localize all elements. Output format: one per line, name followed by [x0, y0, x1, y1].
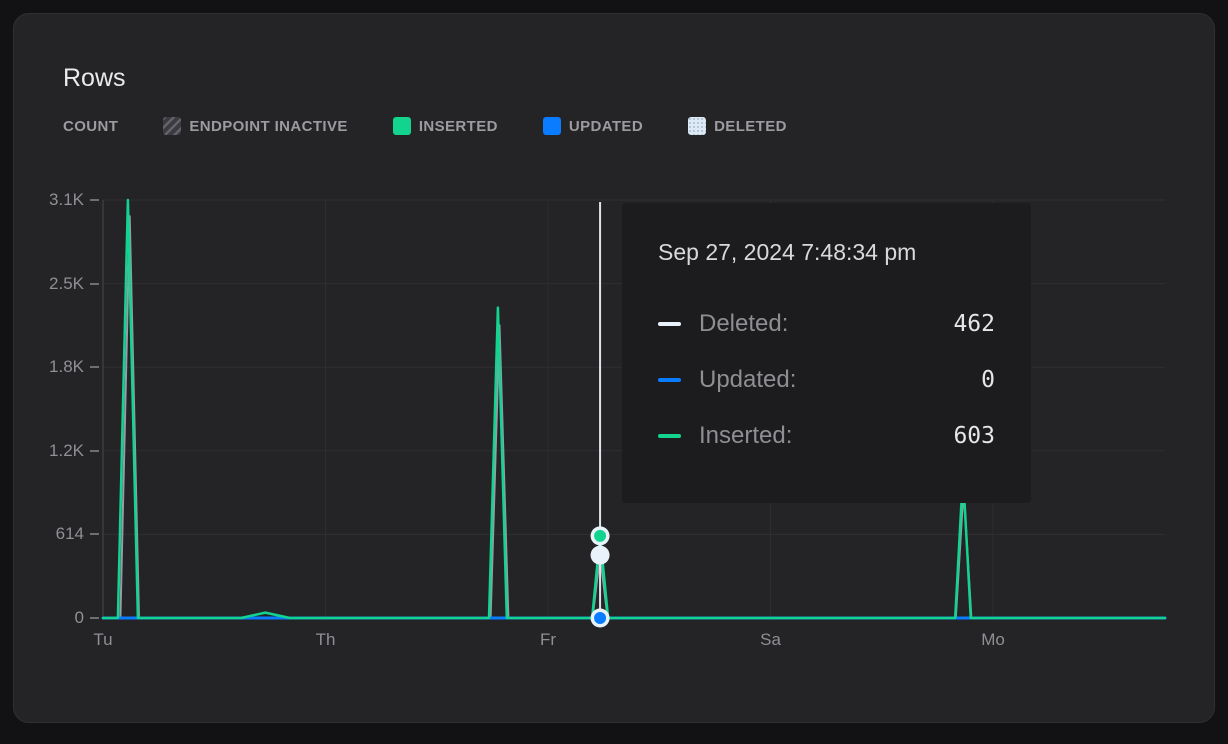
legend-count-label: COUNT [63, 118, 118, 135]
updated-swatch-icon [543, 117, 561, 135]
x-axis-label: Mo [981, 630, 1005, 650]
updated-dash-icon [658, 378, 681, 382]
tooltip-row-label: Inserted: [699, 422, 792, 450]
legend-item-label: UPDATED [569, 118, 643, 135]
screen: Rows COUNT ENDPOINT INACTIVE INSERTED UP… [0, 0, 1228, 744]
legend-item-label: DELETED [714, 118, 787, 135]
y-axis-label: 3.1K [16, 190, 84, 210]
legend-item-inserted[interactable]: INSERTED [393, 117, 498, 135]
legend-item-endpoint-inactive[interactable]: ENDPOINT INACTIVE [163, 117, 347, 135]
tooltip-row-value: 462 [953, 311, 995, 337]
endpoint-inactive-swatch-icon [163, 117, 181, 135]
y-axis-label: 614 [16, 524, 84, 544]
inserted-swatch-icon [393, 117, 411, 135]
tooltip-row-value: 603 [953, 423, 995, 449]
y-axis-label: 0 [16, 608, 84, 628]
deleted-dash-icon [658, 322, 681, 326]
tooltip-row-label: Updated: [699, 366, 796, 394]
chart-legend: COUNT ENDPOINT INACTIVE INSERTED UPDATED… [63, 117, 787, 135]
legend-item-deleted[interactable]: DELETED [688, 117, 787, 135]
tooltip-row-value: 0 [981, 367, 995, 393]
tooltip-rows: Deleted: 462 Updated: 0 Inserted: 603 [658, 311, 995, 449]
marker-dot-icon [594, 549, 606, 561]
marker-dot-icon [594, 612, 606, 624]
x-axis-label: Tu [93, 630, 112, 650]
chart-title: Rows [63, 64, 126, 93]
tooltip-row-deleted: Deleted: 462 [658, 311, 995, 337]
deleted-swatch-icon [688, 117, 706, 135]
legend-item-updated[interactable]: UPDATED [543, 117, 643, 135]
x-axis-label: Sa [760, 630, 781, 650]
y-axis-label: 2.5K [16, 274, 84, 294]
tooltip-row-inserted: Inserted: 603 [658, 423, 995, 449]
marker-dot-icon [594, 530, 606, 542]
y-axis-label: 1.2K [16, 441, 84, 461]
tooltip-timestamp: Sep 27, 2024 7:48:34 pm [658, 237, 995, 267]
chart-tooltip: Sep 27, 2024 7:48:34 pm Deleted: 462 Upd… [622, 203, 1031, 503]
legend-item-label: ENDPOINT INACTIVE [189, 118, 347, 135]
y-axis-label: 1.8K [16, 357, 84, 377]
tooltip-row-label: Deleted: [699, 310, 788, 338]
inserted-dash-icon [658, 434, 681, 438]
x-axis-label: Th [316, 630, 336, 650]
tooltip-row-updated: Updated: 0 [658, 367, 995, 393]
legend-item-label: INSERTED [419, 118, 498, 135]
x-axis-label: Fr [540, 630, 556, 650]
